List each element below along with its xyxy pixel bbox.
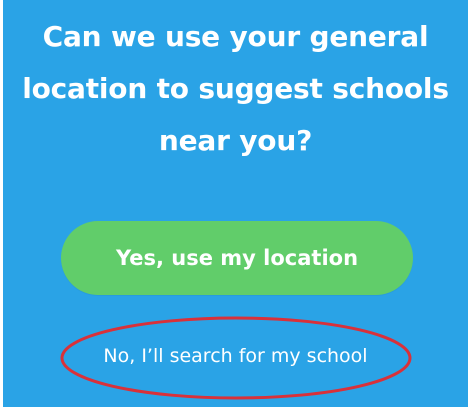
search-school-link-label: No, I’ll search for my school xyxy=(103,345,368,367)
prompt-line-1: Can we use your general xyxy=(42,20,429,53)
location-permission-screen: Can we use your general location to sugg… xyxy=(3,0,468,407)
prompt-line-2: location to suggest schools xyxy=(22,72,449,105)
prompt-line-3: near you? xyxy=(158,124,313,157)
search-school-link[interactable]: No, I’ll search for my school xyxy=(3,338,468,374)
use-location-button-label: Yes, use my location xyxy=(115,246,359,270)
use-location-button[interactable]: Yes, use my location xyxy=(61,221,413,295)
location-prompt-title: Can we use your general location to sugg… xyxy=(3,11,468,167)
